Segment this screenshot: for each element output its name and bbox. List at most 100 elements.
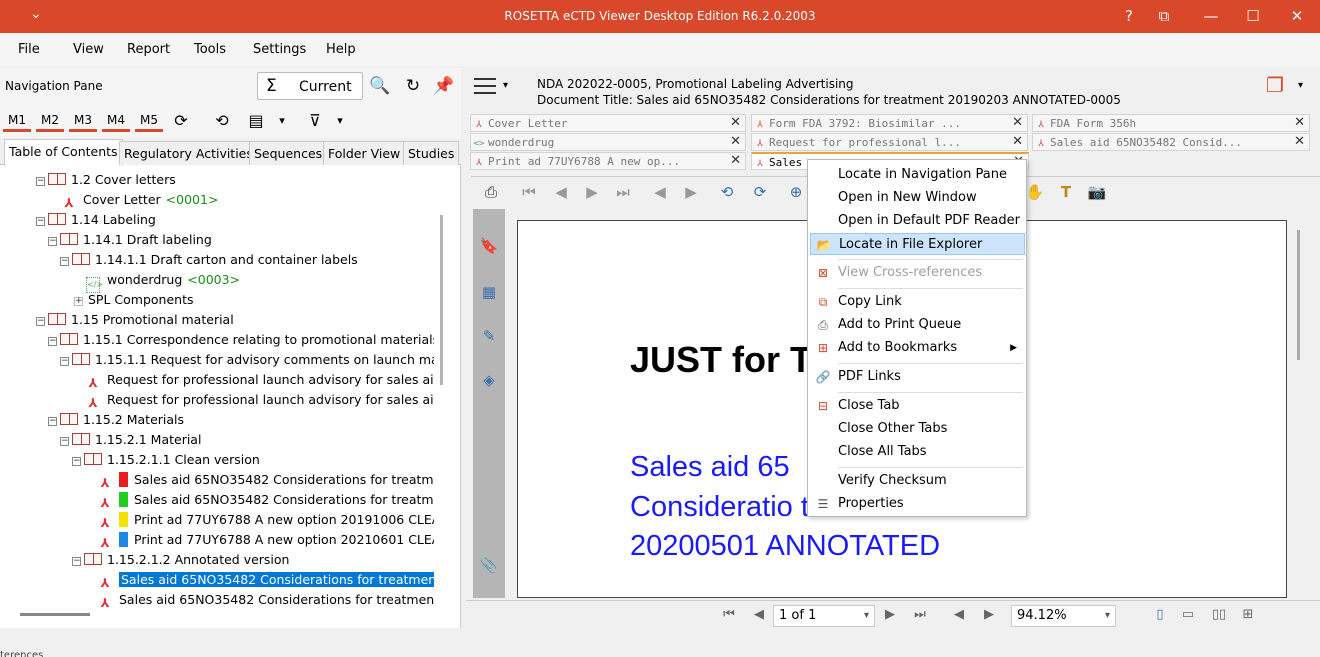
collapse-icon[interactable]: −: [72, 557, 81, 566]
zoom-in-icon[interactable]: ⊕: [784, 181, 808, 203]
tree-node[interactable]: −1.15.2 Materials: [48, 410, 184, 430]
menu-view[interactable]: View: [73, 42, 104, 57]
tree-node[interactable]: −1.14.1 Draft labeling: [48, 230, 212, 250]
m1-button[interactable]: M1: [3, 110, 31, 132]
collapse-icon[interactable]: −: [60, 257, 69, 266]
attachment-icon[interactable]: 📎: [479, 556, 499, 576]
menu-close-all-tabs[interactable]: Close All Tabs: [810, 441, 1025, 463]
tree-node[interactable]: ⅄ Sales aid 65NO35482 Considerations for …: [98, 490, 434, 510]
close-tab-icon[interactable]: ✕: [730, 134, 741, 150]
tree-node[interactable]: −1.15.2.1.2 Annotated version: [72, 550, 289, 570]
m5-button[interactable]: M5: [135, 110, 163, 132]
expand-icon[interactable]: +: [74, 297, 83, 306]
chevron-down-icon[interactable]: ▾: [1298, 80, 1303, 91]
current-view-selector[interactable]: Σ Current: [257, 72, 363, 100]
tree-node[interactable]: −1.15.2.1 Material: [60, 430, 201, 450]
collapse-icon[interactable]: −: [48, 337, 57, 346]
close-tab-icon[interactable]: ✕: [1294, 115, 1305, 131]
collapse-icon[interactable]: −: [36, 217, 45, 226]
collapse-icon[interactable]: −: [48, 237, 57, 246]
bookmarks-icon[interactable]: 🔖: [479, 237, 499, 257]
doc-tab[interactable]: ⅄ Cover Letter ✕: [470, 114, 746, 132]
menu-copy-link[interactable]: ⧉ Copy Link: [810, 291, 1025, 313]
hamburger-menu-icon[interactable]: [474, 78, 496, 94]
collapse-icon[interactable]: −: [36, 317, 45, 326]
refresh-icon[interactable]: ↻: [402, 76, 424, 98]
tree-node[interactable]: −1.15 Promotional material: [36, 310, 234, 330]
document-icon[interactable]: ▤: [244, 110, 268, 132]
search-icon[interactable]: 🔍: [369, 76, 391, 98]
doc-tab[interactable]: ⅄ FDA Form 356h ✕: [1032, 114, 1310, 132]
menu-add-to-bookmarks[interactable]: ⊞ Add to Bookmarks ▶: [810, 337, 1025, 359]
menu-open-in-default-pdf-reader[interactable]: Open in Default PDF Reader: [810, 210, 1025, 232]
close-tab-icon[interactable]: ✕: [1294, 134, 1305, 150]
copy-window-icon[interactable]: ❐: [1266, 73, 1284, 97]
close-tab-icon[interactable]: ✕: [730, 115, 741, 131]
help-button[interactable]: ?: [1118, 5, 1140, 27]
rotate-right-icon[interactable]: ⟳: [748, 181, 772, 203]
tab-table-of-contents[interactable]: Table of Contents: [4, 139, 123, 166]
tree-node[interactable]: −1.14.1.1 Draft carton and container lab…: [60, 250, 358, 270]
m4-button[interactable]: M4: [102, 110, 130, 132]
tree-node[interactable]: ⅄ Cover Letter <0001>: [62, 190, 218, 210]
tree-node[interactable]: −1.14 Labeling: [36, 210, 156, 230]
collapse-icon[interactable]: −: [72, 457, 81, 466]
m2-button[interactable]: M2: [36, 110, 64, 132]
first-page-icon[interactable]: ⏮: [517, 181, 541, 203]
tree-node[interactable]: −1.15.1 Correspondence relating to promo…: [48, 330, 434, 350]
doc-tab[interactable]: ⅄ Print ad 77UY6788 A new op... ✕: [470, 152, 746, 170]
layers-icon[interactable]: ◈: [479, 371, 499, 391]
continuous-icon[interactable]: ▭: [1178, 607, 1198, 625]
pin-icon[interactable]: 📌: [433, 76, 455, 98]
menu-open-in-new-window[interactable]: Open in New Window: [810, 187, 1025, 209]
tab-sequences[interactable]: Sequences: [249, 141, 328, 165]
tree-node[interactable]: −1.15.1.1 Request for advisory comments …: [60, 350, 434, 370]
chevron-down-icon[interactable]: ▾: [503, 80, 508, 91]
m3-button[interactable]: M3: [69, 110, 97, 132]
menu-properties[interactable]: ☰ Properties: [810, 493, 1025, 515]
menu-tools[interactable]: Tools: [194, 42, 226, 57]
close-tab-icon[interactable]: ✕: [1012, 134, 1023, 150]
menu-add-to-print-queue[interactable]: ⎙ Add to Print Queue: [810, 314, 1025, 336]
chevron-down-icon[interactable]: ▾: [270, 110, 294, 132]
close-window-button[interactable]: ✕: [1286, 5, 1308, 27]
menu-view-cross-references[interactable]: ⊠ View Cross-references: [810, 262, 1025, 284]
history-icon[interactable]: ⟲: [210, 110, 234, 132]
page-scrollbar[interactable]: [1295, 220, 1303, 598]
tab-studies[interactable]: Studies: [403, 141, 460, 165]
filter-icon[interactable]: ⊽: [303, 110, 327, 132]
tree-node[interactable]: ⅄ Sales aid 65NO35482 Considerations for …: [98, 590, 434, 607]
menu-help[interactable]: Help: [326, 42, 356, 57]
close-tab-icon[interactable]: ✕: [730, 153, 741, 169]
back-icon[interactable]: ◀: [648, 181, 672, 203]
tree-node[interactable]: −1.15.2.1.1 Clean version: [72, 450, 260, 470]
menu-file[interactable]: File: [18, 42, 40, 57]
forward-icon[interactable]: ▶: [979, 607, 999, 625]
snapshot-icon[interactable]: 📷: [1085, 181, 1109, 203]
rotate-left-icon[interactable]: ⟲: [715, 181, 739, 203]
collapse-icon[interactable]: −: [48, 417, 57, 426]
minimize-button[interactable]: —: [1200, 5, 1222, 27]
annotations-icon[interactable]: ✎: [479, 327, 499, 347]
doc-tab[interactable]: ⅄ Request for professional l... ✕: [751, 133, 1028, 151]
collapse-icon[interactable]: −: [60, 437, 69, 446]
collapse-icon[interactable]: −: [36, 177, 45, 186]
tree-node[interactable]: ⅄ Sales aid 65NO35482 Considerations for …: [98, 470, 434, 490]
text-select-icon[interactable]: T: [1054, 181, 1078, 203]
single-page-icon[interactable]: ▯: [1150, 607, 1170, 625]
tree-node[interactable]: ⅄ Request for professional launch advisor…: [86, 390, 434, 410]
tab-regulatory-activities[interactable]: Regulatory Activities: [119, 141, 258, 165]
tree-scrollbar[interactable]: [438, 170, 444, 607]
sync-icon[interactable]: ⟳: [169, 110, 193, 132]
forward-icon[interactable]: ▶: [679, 181, 703, 203]
tree-node[interactable]: −1.2 Cover letters: [36, 170, 176, 190]
cover-view-icon[interactable]: ⊞: [1238, 607, 1258, 625]
first-page-icon[interactable]: ⏮: [719, 607, 739, 625]
menu-pdf-links[interactable]: 🔗 PDF Links: [810, 366, 1025, 388]
close-tab-icon[interactable]: ✕: [1012, 115, 1023, 131]
menu-close-tab[interactable]: ⊟ Close Tab: [810, 395, 1025, 417]
doc-tab[interactable]: ⅄ Form FDA 3792: Biosimilar ... ✕: [751, 114, 1028, 132]
collapse-icon[interactable]: −: [60, 357, 69, 366]
next-page-icon[interactable]: ▶: [580, 181, 604, 203]
page-selector[interactable]: 1 of 1 ▾: [773, 605, 875, 627]
